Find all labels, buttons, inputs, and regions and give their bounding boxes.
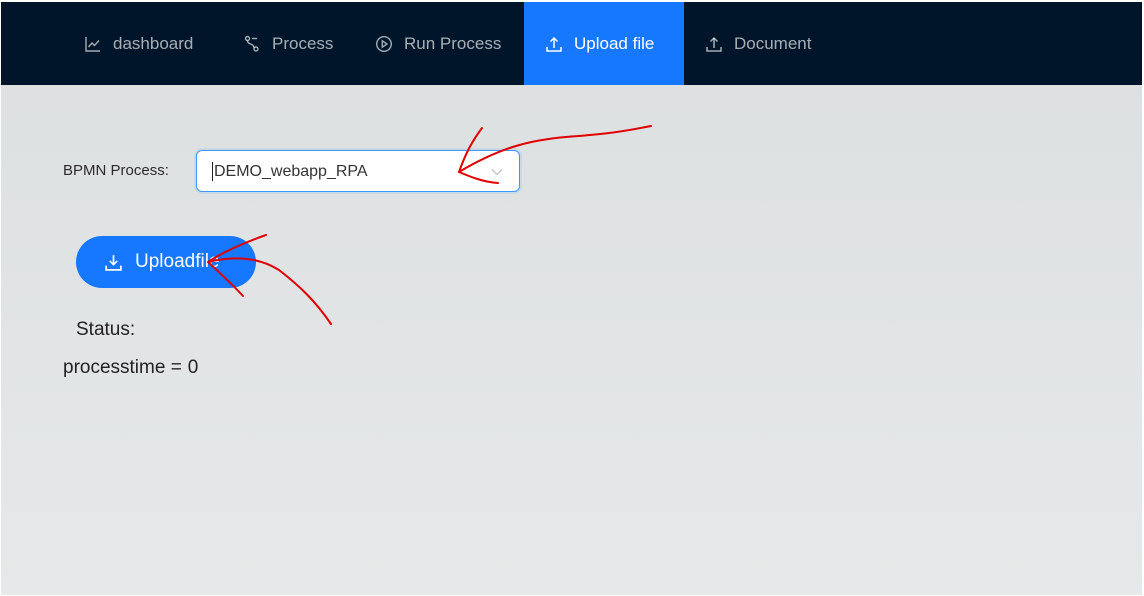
play-circle-icon <box>375 35 393 53</box>
bpmn-process-select[interactable]: DEMO_webapp_RPA <box>196 150 520 192</box>
processtime-value: 0 <box>187 357 199 378</box>
branches-icon <box>243 35 261 53</box>
bpmn-process-label: BPMN Process: <box>63 162 169 179</box>
app-frame: dashboard Process Run Process Upload fil… <box>1 2 1142 595</box>
line-chart-icon <box>84 35 102 53</box>
text-cursor <box>212 162 213 181</box>
processtime-readout: processtime = 0 <box>63 357 198 379</box>
download-icon <box>105 254 122 271</box>
upload-icon <box>705 35 723 53</box>
upload-icon <box>545 35 563 53</box>
bpmn-process-value: DEMO_webapp_RPA <box>214 163 368 180</box>
hand-drawn-annotation-arrows <box>207 125 652 325</box>
top-navigation: dashboard Process Run Process Upload fil… <box>1 2 1142 85</box>
nav-item-label: Document <box>734 33 812 53</box>
processtime-label: processtime = <box>63 357 182 378</box>
nav-item-process[interactable]: Process <box>243 2 333 85</box>
nav-item-label: dashboard <box>113 33 194 53</box>
status-label: Status: <box>76 319 136 340</box>
nav-item-dashboard[interactable]: dashboard <box>84 2 193 85</box>
chevron-down-icon[interactable] <box>490 165 504 179</box>
nav-item-document[interactable]: Document <box>705 2 811 85</box>
nav-item-label: Upload file <box>574 33 655 53</box>
upload-button-label: Uploadfile <box>135 251 220 272</box>
nav-item-label: Process <box>272 33 334 53</box>
nav-item-label: Run Process <box>404 33 502 53</box>
nav-item-upload-file[interactable]: Upload file <box>524 2 684 85</box>
upload-file-button[interactable]: Uploadfile <box>76 236 256 288</box>
nav-item-run-process[interactable]: Run Process <box>375 2 501 85</box>
